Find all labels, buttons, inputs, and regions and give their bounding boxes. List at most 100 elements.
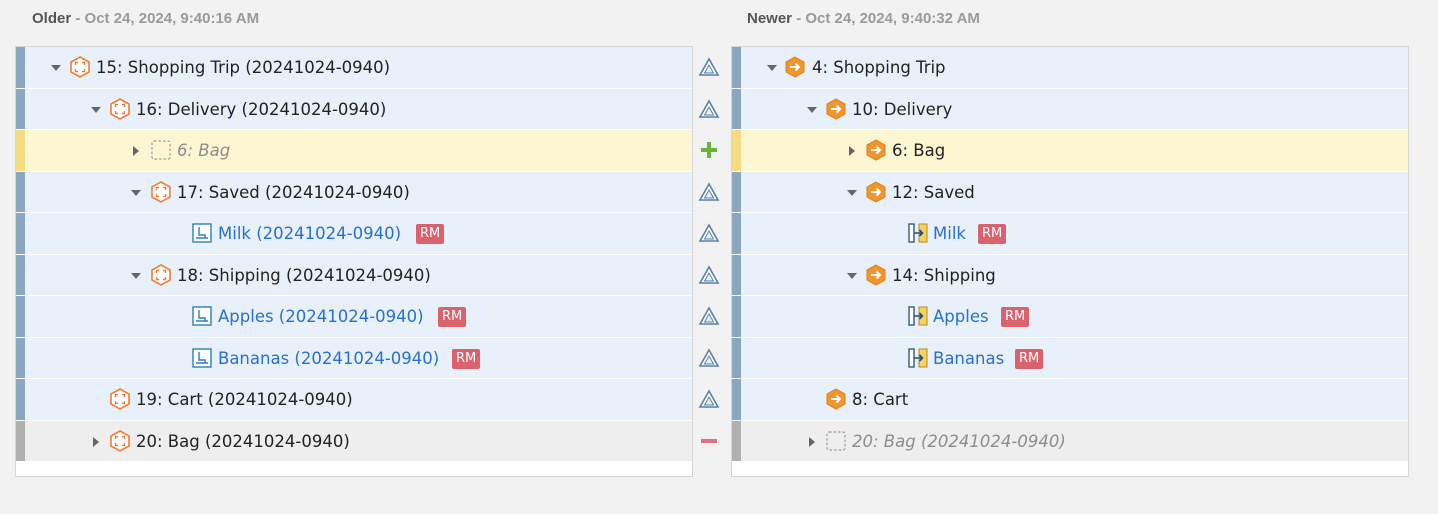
rm-badge: RM bbox=[452, 348, 481, 369]
change-marker-bar bbox=[732, 171, 741, 212]
node-label: 10: Delivery bbox=[852, 99, 953, 119]
hex-frame-icon bbox=[109, 97, 131, 120]
tree-row[interactable]: 10: Delivery bbox=[732, 88, 1408, 130]
link-item-icon bbox=[907, 305, 929, 327]
collapse-caret-icon[interactable] bbox=[806, 104, 818, 116]
node-label: 14: Shipping bbox=[892, 265, 996, 285]
item-icon bbox=[191, 222, 213, 244]
collapse-caret-icon[interactable] bbox=[766, 62, 778, 74]
triangle-change-icon[interactable] bbox=[698, 388, 724, 410]
tree-row[interactable]: Milk (20241024-0940) RM bbox=[16, 213, 692, 255]
triangle-change-icon[interactable] bbox=[698, 305, 724, 327]
tree-row[interactable]: 4: Shopping Trip bbox=[732, 47, 1408, 89]
node-label[interactable]: Apples bbox=[933, 296, 989, 337]
tree-row[interactable]: 20: Bag (20241024-0940) bbox=[16, 420, 692, 462]
newer-label: Newer bbox=[747, 10, 793, 27]
triangle-change-icon[interactable] bbox=[698, 98, 724, 120]
newer-timestamp: Oct 24, 2024, 9:40:32 AM bbox=[805, 10, 980, 27]
change-marker-bar bbox=[732, 379, 741, 420]
tree-row[interactable]: 20: Bag (20241024-0940) bbox=[732, 420, 1408, 462]
expand-caret-icon[interactable] bbox=[90, 436, 102, 448]
change-marker-bar bbox=[732, 420, 741, 461]
hex-frame-icon bbox=[109, 388, 131, 410]
collapse-caret-icon[interactable] bbox=[130, 187, 142, 199]
expand-caret-icon[interactable] bbox=[806, 436, 818, 448]
node-label[interactable]: Apples (20241024-0940) bbox=[218, 296, 424, 337]
node-label[interactable]: Milk (20241024-0940) bbox=[218, 213, 401, 254]
older-separator: - bbox=[71, 10, 85, 27]
hex-frame-icon bbox=[150, 263, 172, 286]
hex-arrow-icon bbox=[865, 180, 887, 203]
hex-arrow-icon bbox=[825, 97, 847, 120]
item-icon bbox=[191, 347, 213, 369]
collapse-caret-icon[interactable] bbox=[846, 270, 858, 282]
change-marker-bar bbox=[732, 88, 741, 129]
tree-row[interactable]: 15: Shopping Trip (20241024-0940) bbox=[16, 47, 692, 89]
tree-row[interactable]: 12: Saved bbox=[732, 171, 1408, 213]
tree-row[interactable]: 16: Delivery (20241024-0940) bbox=[16, 88, 692, 130]
node-label[interactable]: Bananas (20241024-0940) bbox=[218, 338, 439, 379]
minus-remove-icon[interactable] bbox=[698, 430, 724, 452]
node-label: 20: Bag (20241024-0940) bbox=[136, 431, 350, 451]
node-label[interactable]: Milk bbox=[933, 213, 966, 254]
hex-arrow-icon bbox=[865, 263, 887, 286]
older-tree-panel: 15: Shopping Trip (20241024-0940) 16: Del… bbox=[15, 46, 693, 477]
tree-row[interactable]: 8: Cart bbox=[732, 379, 1408, 421]
tree-row[interactable]: 19: Cart (20241024-0940) bbox=[16, 379, 692, 421]
collapse-caret-icon[interactable] bbox=[50, 62, 62, 74]
hex-arrow-icon bbox=[784, 56, 806, 78]
collapse-caret-icon[interactable] bbox=[846, 187, 858, 199]
tree-row[interactable]: 18: Shipping (20241024-0940) bbox=[16, 254, 692, 296]
node-label: 18: Shipping (20241024-0940) bbox=[177, 265, 431, 285]
collapse-caret-icon[interactable] bbox=[90, 104, 102, 116]
expand-caret-icon[interactable] bbox=[130, 145, 142, 157]
rm-badge: RM bbox=[978, 224, 1007, 244]
collapse-caret-icon[interactable] bbox=[130, 270, 142, 282]
tree-row[interactable]: 6: Bag bbox=[732, 130, 1408, 172]
tree-row[interactable]: 6: Bag bbox=[16, 130, 692, 172]
newer-header: Newer - Oct 24, 2024, 9:40:32 AM bbox=[747, 10, 980, 27]
change-marker-bar bbox=[16, 130, 25, 171]
older-header: Older - Oct 24, 2024, 9:40:16 AM bbox=[32, 10, 259, 27]
change-marker-bar bbox=[732, 47, 741, 88]
node-label: 6: Bag bbox=[892, 141, 946, 160]
tree-row[interactable]: Bananas RM bbox=[732, 337, 1408, 379]
triangle-change-icon[interactable] bbox=[698, 347, 724, 369]
newer-tree-panel: 4: Shopping Trip 10: Delivery 6: Bag 12: Sa… bbox=[731, 46, 1409, 477]
link-item-icon bbox=[907, 347, 929, 369]
node-label: 15: Shopping Trip (20241024-0940) bbox=[96, 58, 391, 77]
triangle-change-icon[interactable] bbox=[698, 264, 724, 286]
node-label: 6: Bag bbox=[177, 141, 231, 160]
triangle-change-icon[interactable] bbox=[698, 56, 724, 78]
rm-badge: RM bbox=[1001, 307, 1030, 327]
rm-badge: RM bbox=[416, 224, 445, 244]
node-label: 16: Delivery (20241024-0940) bbox=[136, 99, 387, 119]
tree-row[interactable]: Bananas (20241024-0940) RM bbox=[16, 337, 692, 379]
change-marker-bar bbox=[16, 379, 25, 420]
expand-caret-icon[interactable] bbox=[846, 145, 858, 157]
item-icon bbox=[191, 305, 213, 327]
hex-arrow-icon bbox=[825, 388, 847, 410]
tree-row[interactable]: 14: Shipping bbox=[732, 254, 1408, 296]
node-label: 17: Saved (20241024-0940) bbox=[177, 182, 410, 202]
change-marker-bar bbox=[16, 296, 25, 337]
tree-row[interactable]: Apples RM bbox=[732, 296, 1408, 338]
node-label: 12: Saved bbox=[892, 182, 975, 202]
tree-row[interactable]: 17: Saved (20241024-0940) bbox=[16, 171, 692, 213]
change-marker-bar bbox=[16, 47, 25, 88]
placeholder-icon bbox=[825, 430, 847, 452]
change-marker-bar bbox=[16, 337, 25, 378]
tree-row[interactable]: Milk RM bbox=[732, 213, 1408, 255]
triangle-change-icon[interactable] bbox=[698, 222, 724, 244]
plus-add-icon[interactable] bbox=[698, 139, 724, 161]
hex-frame-icon bbox=[69, 56, 91, 78]
change-marker-bar bbox=[732, 213, 741, 254]
triangle-change-icon[interactable] bbox=[698, 181, 724, 203]
node-label[interactable]: Bananas bbox=[933, 338, 1004, 379]
placeholder-icon bbox=[150, 139, 172, 161]
tree-row[interactable]: Apples (20241024-0940) RM bbox=[16, 296, 692, 338]
node-label: 4: Shopping Trip bbox=[812, 58, 946, 77]
change-marker-bar bbox=[16, 420, 25, 461]
hex-frame-icon bbox=[150, 180, 172, 203]
older-label: Older bbox=[32, 10, 72, 27]
